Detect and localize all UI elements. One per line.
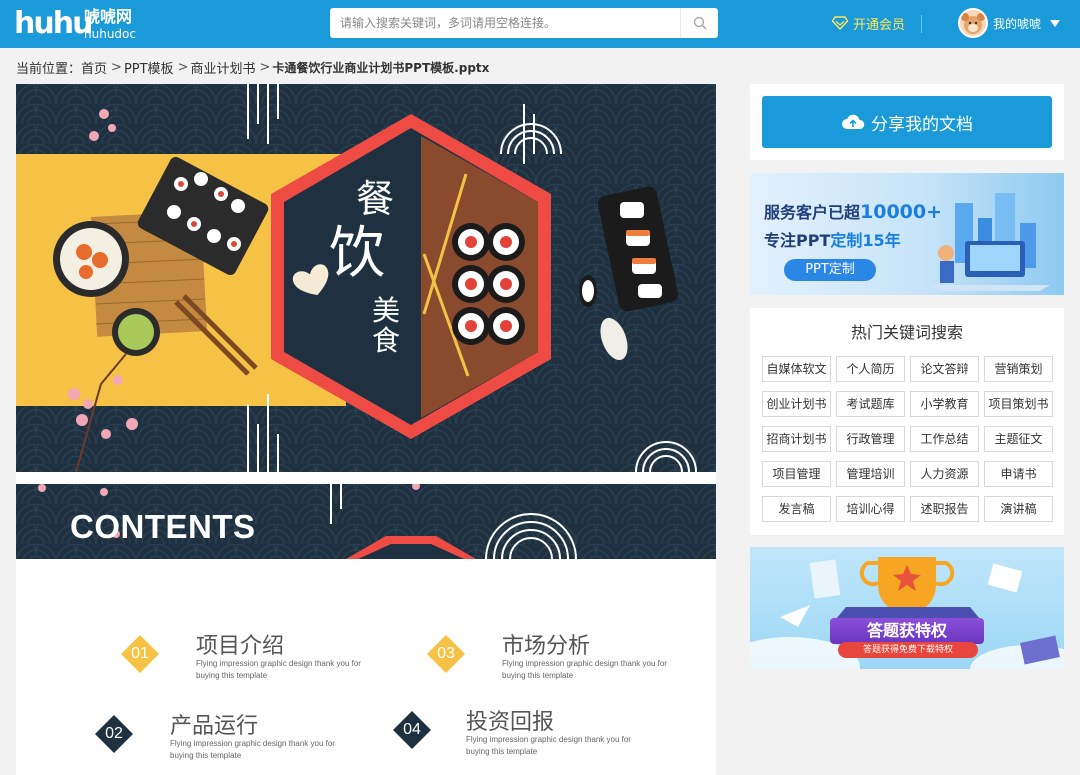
quiz-privilege-banner[interactable]: 答题获特权 答题获得免费下载特权	[750, 547, 1064, 669]
ppt-custom-button[interactable]: PPT定制	[784, 259, 876, 281]
item-number-badge: 04	[392, 710, 432, 750]
vip-link[interactable]: 开通会员	[832, 13, 905, 33]
title-char-1: 餐	[356, 177, 394, 221]
keyword-tag[interactable]: 项目策划书	[984, 391, 1053, 417]
cover-artwork: 餐 饮 美 食	[16, 84, 716, 472]
subtitle-char-2: 食	[372, 324, 400, 357]
contents-title: CONTENTS	[70, 508, 256, 545]
breadcrumb: 当前位置： 首页 > PPT模板 > 商业计划书 > 卡通餐饮行业商业计划书PP…	[16, 57, 489, 77]
item-title: 市场分析	[502, 634, 591, 659]
contents-header-band: CONTENTS	[16, 484, 716, 559]
keyword-tag[interactable]: 人力资源	[910, 461, 979, 487]
ppt-custom-banner[interactable]: 服务客户已超10000+ 专注PPT定制15年 PPT定制	[750, 173, 1064, 295]
keyword-tag[interactable]: 营销策划	[984, 356, 1053, 382]
search-box	[330, 8, 718, 38]
item-description: Flying impression graphic design thank y…	[502, 659, 667, 680]
keyword-tag[interactable]: 个人简历	[836, 356, 905, 382]
logo-chinese-name: 唬唬网	[84, 7, 133, 26]
item-description: Flying impression graphic design thank y…	[196, 659, 361, 680]
keyword-tag[interactable]: 工作总结	[910, 426, 979, 452]
search-icon	[693, 16, 707, 30]
logo-english-name: huhudoc	[84, 27, 136, 41]
site-logo[interactable]: huhu 唬唬网 huhudoc	[14, 6, 154, 42]
vip-label: 开通会员	[853, 17, 906, 33]
sushi-rolls	[452, 223, 525, 345]
keyword-tag[interactable]: 发言稿	[762, 496, 831, 522]
cloud-upload-icon	[842, 114, 865, 129]
search-input[interactable]	[330, 8, 680, 38]
slide-cover: 餐 饮 美 食	[16, 84, 716, 472]
breadcrumb-separator: >	[259, 59, 271, 75]
quiz-banner-subtitle: 答题获得免费下载特权	[838, 642, 978, 658]
keyword-tag[interactable]: 演讲稿	[984, 496, 1053, 522]
breadcrumb-business-plan[interactable]: 商业计划书	[190, 58, 255, 77]
keyword-tag[interactable]: 项目管理	[762, 461, 831, 487]
item-number-badge: 03	[426, 634, 466, 674]
quiz-banner-title: 答题获特权	[830, 618, 984, 644]
breadcrumb-ppt-templates[interactable]: PPT模板	[124, 58, 174, 77]
breadcrumb-separator: >	[111, 59, 122, 75]
keyword-tag[interactable]: 培训心得	[836, 496, 905, 522]
keyword-tag[interactable]: 申请书	[984, 461, 1053, 487]
banner-line-1: 服务客户已超10000+	[764, 201, 943, 223]
item-number-badge: 01	[120, 634, 160, 674]
user-label: 我的唬唬	[993, 16, 1042, 31]
share-document-button[interactable]: 分享我的文档	[762, 96, 1052, 148]
keyword-tag[interactable]: 管理培训	[836, 461, 905, 487]
breadcrumb-prefix: 当前位置：	[16, 61, 82, 77]
item-description: Flying impression graphic design thank y…	[170, 739, 335, 760]
breadcrumb-home[interactable]: 首页	[81, 58, 107, 77]
keyword-tag[interactable]: 行政管理	[836, 426, 905, 452]
item-title: 产品运行	[170, 714, 259, 739]
keyword-tag[interactable]: 述职报告	[910, 496, 979, 522]
chevron-down-icon	[1050, 19, 1061, 27]
item-title: 投资回报	[466, 710, 555, 735]
slide-contents: CONTENTS 01 项目介绍 Flying impression graph…	[16, 484, 716, 775]
share-label: 分享我的文档	[871, 114, 973, 135]
logo-mark: huhu	[14, 6, 93, 41]
search-button[interactable]	[680, 8, 718, 38]
keyword-tag[interactable]: 招商计划书	[762, 426, 831, 452]
keyword-tag[interactable]: 小学教育	[910, 391, 979, 417]
diamond-icon	[832, 16, 848, 30]
top-header: huhu 唬唬网 huhudoc 开通会员	[0, 0, 1080, 48]
header-divider	[921, 15, 922, 33]
breadcrumb-current: 卡通餐饮行业商业计划书PPT模板.pptx	[272, 60, 490, 75]
breadcrumb-separator: >	[177, 59, 189, 75]
banner-line-2: 专注PPT定制15年	[764, 231, 901, 250]
share-card: 分享我的文档	[750, 84, 1064, 160]
item-description: Flying impression graphic design thank y…	[466, 735, 631, 756]
item-number-badge: 02	[94, 714, 134, 754]
subtitle-char-1: 美	[372, 294, 400, 327]
title-char-2: 饮	[329, 221, 385, 286]
hot-keywords-title: 热门关键词搜索	[850, 323, 963, 342]
item-title: 项目介绍	[196, 634, 285, 659]
keyword-tag[interactable]: 主题征文	[984, 426, 1053, 452]
document-preview: 餐 饮 美 食 CONTENTS 01 项目介绍 Flying impressi…	[16, 84, 716, 775]
avatar	[958, 8, 988, 38]
user-menu[interactable]: 我的唬唬	[958, 7, 1061, 39]
keyword-tag[interactable]: 论文答辩	[910, 356, 979, 382]
keyword-tag[interactable]: 考试题库	[836, 391, 905, 417]
keyword-tag[interactable]: 自媒体软文	[762, 356, 831, 382]
hot-keywords-card: 热门关键词搜索 自媒体软文 个人简历 论文答辩 营销策划 创业计划书 考试题库 …	[750, 308, 1064, 535]
keyword-tag[interactable]: 创业计划书	[762, 391, 831, 417]
